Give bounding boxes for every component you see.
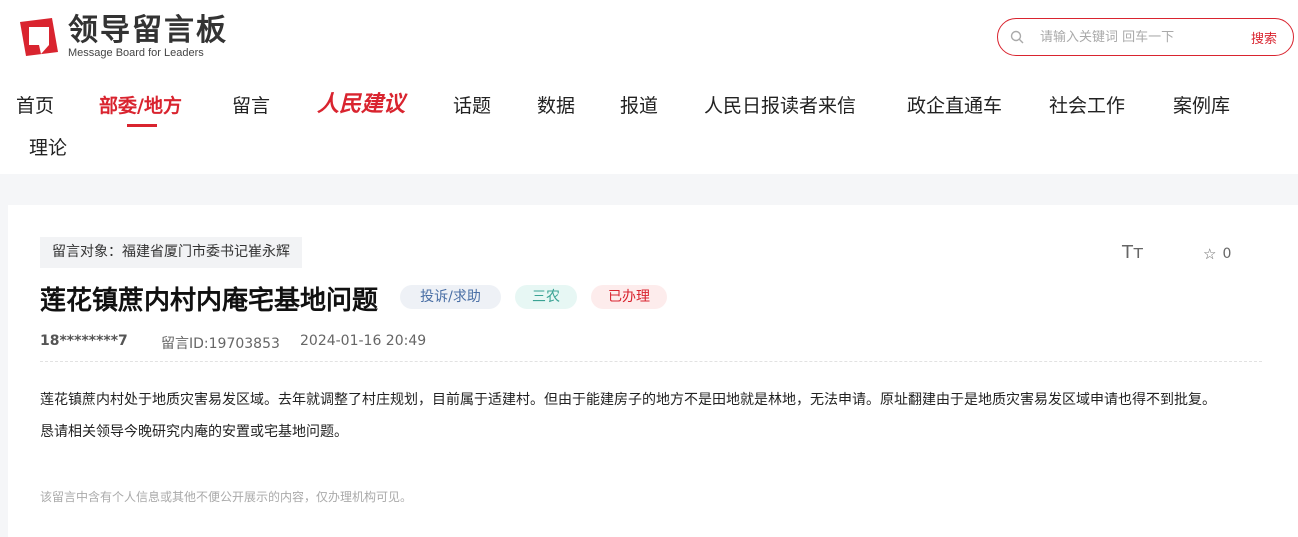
status-badge: 已办理: [591, 285, 667, 309]
nav-topics[interactable]: 话题: [453, 91, 491, 118]
message-paragraph: 恳请相关领导今晚研究内庵的安置或宅基地问题。: [40, 424, 348, 440]
nav-gov-business[interactable]: 政企直通车: [907, 91, 1002, 118]
message-target: 留言对象：福建省厦门市委书记崔永辉: [40, 237, 302, 268]
nav-data[interactable]: 数据: [537, 91, 575, 118]
favorite-count: 0: [1222, 246, 1232, 262]
nav-social-work[interactable]: 社会工作: [1049, 91, 1125, 118]
nav-readers-letters[interactable]: 人民日报读者来信: [704, 91, 856, 118]
search-input[interactable]: [1040, 29, 1220, 45]
search-button[interactable]: 搜索: [1251, 28, 1277, 47]
nav-home[interactable]: 首页: [16, 91, 54, 118]
nav-messages[interactable]: 留言: [232, 91, 270, 118]
nav-active-indicator: [127, 124, 157, 127]
search-box: 搜索: [997, 18, 1294, 56]
message-paragraph: 莲花镇蔗内村处于地质灾害易发区域。去年就调整了村庄规划，目前属于适建村。但由于能…: [40, 392, 1216, 408]
message-body: 莲花镇蔗内村处于地质灾害易发区域。去年就调整了村庄规划，目前属于适建村。但由于能…: [40, 384, 1265, 448]
nav-theory[interactable]: 理论: [29, 133, 67, 160]
logo-title: 领导留言板: [68, 12, 228, 48]
tag-field: 三农: [515, 285, 577, 309]
search-icon[interactable]: [1010, 30, 1024, 44]
font-size-icon[interactable]: Tт: [1122, 242, 1143, 263]
nav-case-library[interactable]: 案例库: [1173, 91, 1230, 118]
favorite-button[interactable]: ☆ 0: [1203, 245, 1231, 263]
logo-subtitle: Message Board for Leaders: [68, 46, 204, 59]
star-icon: ☆: [1203, 245, 1217, 263]
divider: [40, 361, 1262, 362]
site-header: 领导留言板 Message Board for Leaders 搜索 首页 部委…: [0, 0, 1298, 174]
tag-type: 投诉/求助: [400, 285, 501, 309]
nav-ministries-local[interactable]: 部委/地方: [99, 91, 182, 118]
message-author: 18********7: [40, 333, 128, 349]
nav-peoples-suggestions[interactable]: 人民建议: [317, 86, 405, 118]
nav-reports[interactable]: 报道: [620, 91, 658, 118]
message-title: 莲花镇蔗内村内庵宅基地问题: [40, 286, 379, 316]
site-logo[interactable]: 领导留言板 Message Board for Leaders: [16, 14, 228, 60]
message-time: 2024-01-16 20:49: [300, 333, 427, 349]
privacy-notice: 该留言中含有个人信息或其他不便公开展示的内容，仅办理机构可见。: [40, 490, 413, 504]
message-id: 留言ID:19703853: [161, 336, 280, 352]
logo-icon: [20, 18, 58, 56]
